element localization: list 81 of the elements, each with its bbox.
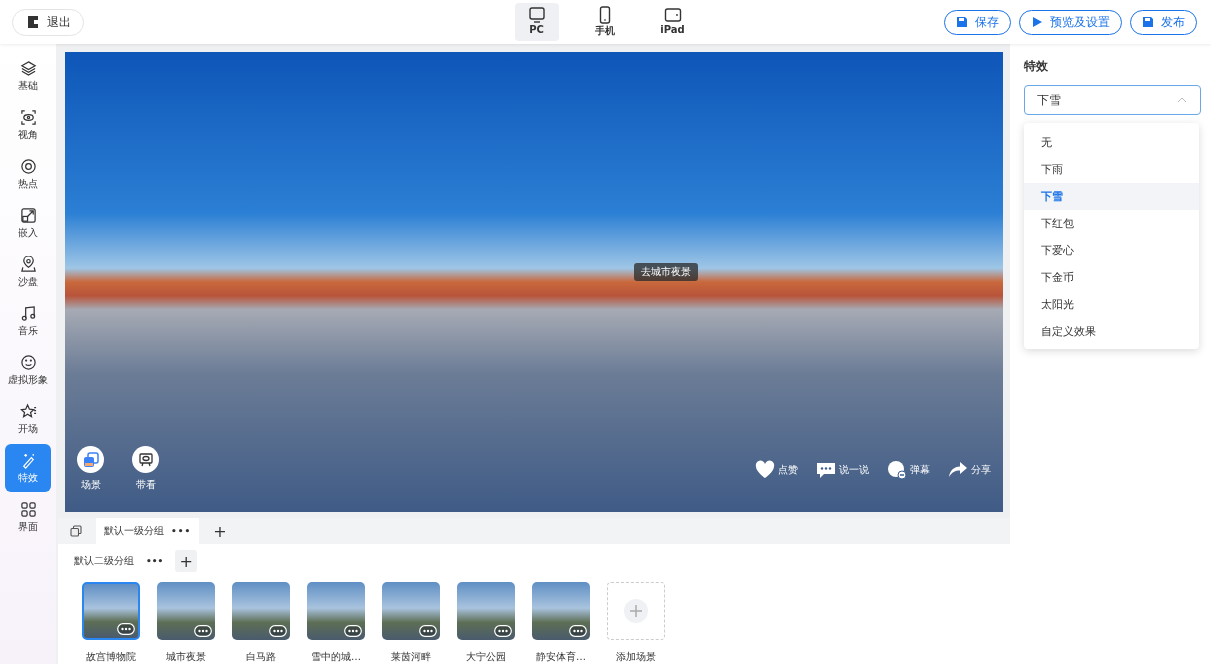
target-icon xyxy=(19,157,37,175)
dropdown-option[interactable]: 自定义效果 xyxy=(1024,318,1199,345)
eye-icon xyxy=(19,108,37,126)
hotspot-label[interactable]: 去城市夜景 xyxy=(634,263,698,281)
scene-label: 莱茵河畔 xyxy=(391,650,431,664)
add-scene-label: 添加场景 xyxy=(616,650,656,664)
smiley-icon xyxy=(19,353,37,371)
sidebar-item[interactable]: 界面 xyxy=(5,493,51,541)
scene-thumbnail[interactable] xyxy=(307,582,365,640)
grid-icon xyxy=(19,500,37,518)
more-button[interactable]: ••• xyxy=(142,556,168,566)
dropdown-option[interactable]: 下雪 xyxy=(1024,183,1199,210)
scene-label: 城市夜景 xyxy=(166,650,206,664)
more-icon xyxy=(194,625,212,637)
exit-icon xyxy=(25,14,41,30)
device-tab[interactable]: 手机 xyxy=(582,3,627,41)
screen-eye-icon xyxy=(137,451,154,468)
stack-icon xyxy=(82,451,99,468)
sidebar-item[interactable]: 沙盘 xyxy=(5,248,51,296)
scene-thumbnail[interactable] xyxy=(82,582,140,640)
layers-icon xyxy=(19,59,37,77)
viewer-button[interactable]: 弹幕 xyxy=(887,460,930,480)
more-icon xyxy=(117,623,135,635)
sidebar-item[interactable]: 热点 xyxy=(5,150,51,198)
viewer-button[interactable]: 说一说 xyxy=(816,460,869,480)
danmaku-icon xyxy=(887,460,907,480)
embed-icon xyxy=(19,206,37,224)
add-subgroup-button[interactable]: + xyxy=(175,550,198,572)
heart-icon xyxy=(755,460,775,480)
more-icon xyxy=(269,625,287,637)
dropdown-option[interactable]: 太阳光 xyxy=(1024,291,1199,318)
more-icon xyxy=(569,625,587,637)
more-icon xyxy=(344,625,362,637)
save-icon xyxy=(956,16,968,28)
dropdown-option[interactable]: 下雨 xyxy=(1024,156,1199,183)
sidebar-item[interactable]: 虚拟形象 xyxy=(5,346,51,394)
group-tab[interactable]: 默认一级分组 ••• xyxy=(96,518,200,544)
dropdown-option[interactable]: 下红包 xyxy=(1024,210,1199,237)
dropdown-option[interactable]: 下爱心 xyxy=(1024,237,1199,264)
action-button[interactable]: 保存 xyxy=(944,9,1011,35)
scene-thumbnail[interactable] xyxy=(157,582,215,640)
more-icon xyxy=(419,625,437,637)
sidebar-item[interactable]: 音乐 xyxy=(5,297,51,345)
scene-thumbnail[interactable] xyxy=(457,582,515,640)
play-icon xyxy=(1031,16,1043,28)
plus-icon xyxy=(624,599,648,623)
scene-label: 静安体育… xyxy=(536,650,586,664)
star-icon xyxy=(19,402,37,420)
pin-icon xyxy=(19,255,37,273)
scene-thumbnail[interactable] xyxy=(382,582,440,640)
scene-thumbnail[interactable] xyxy=(532,582,590,640)
action-button[interactable]: 预览及设置 xyxy=(1019,9,1122,35)
device-tab[interactable]: PC xyxy=(514,3,559,41)
add-group-button[interactable]: + xyxy=(209,521,231,541)
sidebar-item[interactable]: 开场 xyxy=(5,395,51,443)
viewer-button[interactable]: 点赞 xyxy=(755,460,798,480)
monitor-icon xyxy=(527,6,546,24)
scene-label: 白马路 xyxy=(246,650,276,664)
effect-select[interactable]: 下雪 xyxy=(1024,85,1201,115)
device-tab[interactable]: iPad xyxy=(650,3,695,41)
scene-label: 雪中的城… xyxy=(311,650,361,664)
music-icon xyxy=(19,304,37,322)
save-icon xyxy=(1142,16,1154,28)
dropdown-option[interactable]: 下金币 xyxy=(1024,264,1199,291)
panel-title: 特效 xyxy=(1024,58,1049,75)
tablet-icon xyxy=(663,6,682,24)
scene-label: 故宫博物院 xyxy=(86,650,136,664)
sidebar-item[interactable]: 嵌入 xyxy=(5,199,51,247)
exit-button[interactable]: 退出 xyxy=(12,8,84,36)
sidebar-item[interactable]: 特效 xyxy=(5,444,51,492)
action-button[interactable]: 发布 xyxy=(1130,9,1197,35)
sidebar-item[interactable]: 视角 xyxy=(5,101,51,149)
scene-label: 大宁公园 xyxy=(466,650,506,664)
subgroup-label[interactable]: 默认二级分组 xyxy=(74,554,134,568)
scene-thumbnail[interactable] xyxy=(232,582,290,640)
comment-icon xyxy=(816,460,836,480)
sidebar-item[interactable]: 基础 xyxy=(5,52,51,100)
viewer-button[interactable]: 分享 xyxy=(948,460,991,480)
dropdown-option[interactable]: 无 xyxy=(1024,129,1199,156)
more-icon xyxy=(494,625,512,637)
stack-icon xyxy=(70,525,82,537)
